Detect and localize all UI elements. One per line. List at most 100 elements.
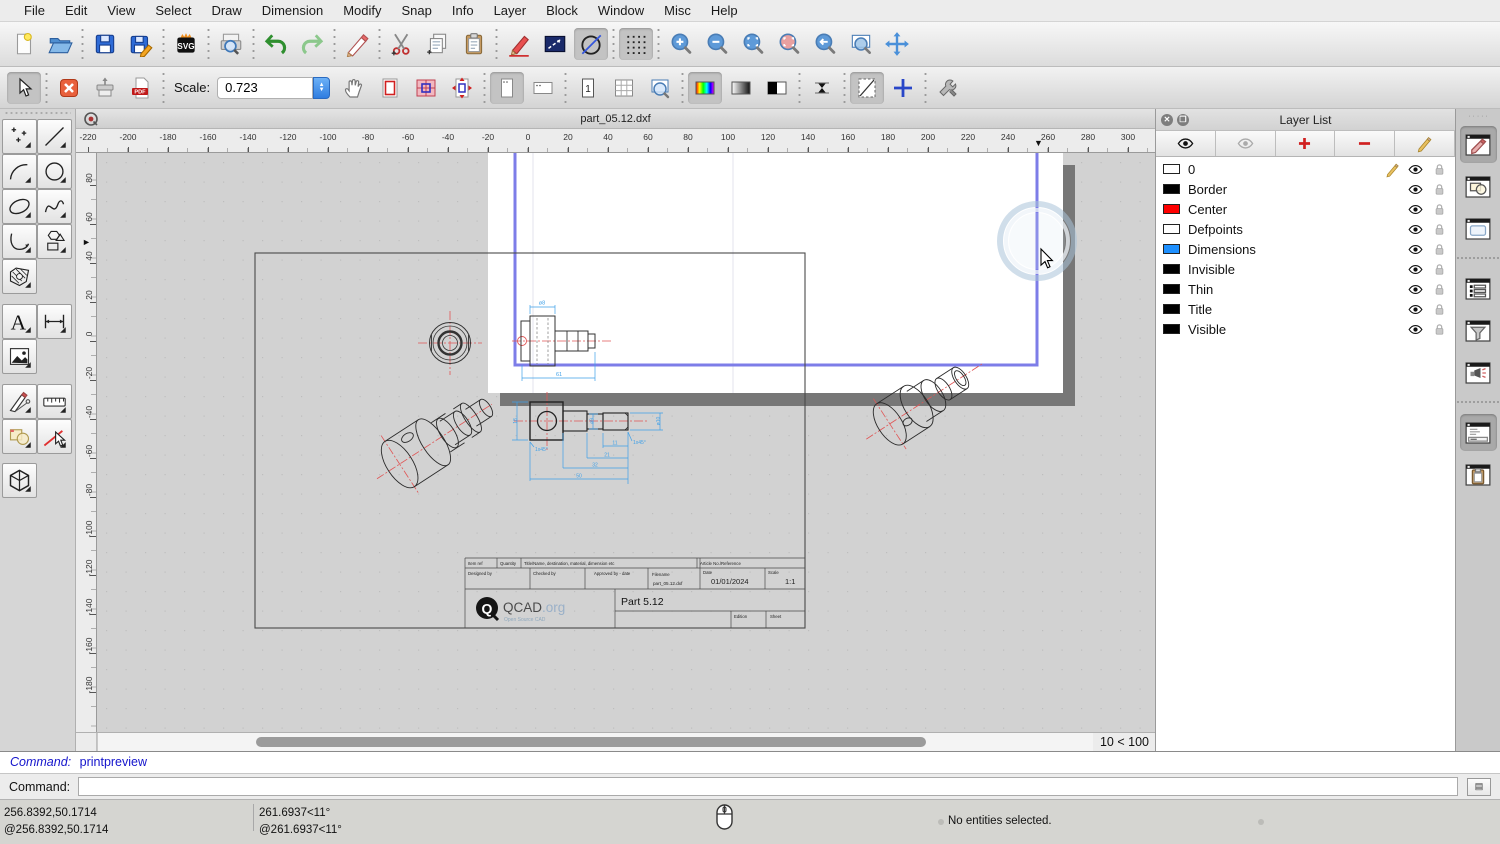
menu-snap[interactable]: Snap xyxy=(392,0,442,22)
point-marks-button[interactable] xyxy=(886,72,920,104)
zoom-selection-button[interactable] xyxy=(772,28,806,60)
menu-help[interactable]: Help xyxy=(701,0,748,22)
svg-export-button[interactable]: SVG xyxy=(169,28,203,60)
layer-row[interactable]: Visible xyxy=(1156,319,1455,339)
layer-visibility-icon[interactable] xyxy=(1407,161,1424,178)
print-preview-button[interactable] xyxy=(214,28,248,60)
paper-grid-button[interactable] xyxy=(409,72,443,104)
auto-zoom-button[interactable] xyxy=(736,28,770,60)
settings-wrench-button[interactable] xyxy=(931,72,965,104)
add-layer-button[interactable] xyxy=(1275,131,1336,156)
show-all-layers-button[interactable] xyxy=(1156,131,1216,156)
tool-solid-button[interactable] xyxy=(2,463,37,498)
pan-button[interactable] xyxy=(880,28,914,60)
close-preview-button[interactable] xyxy=(52,72,86,104)
tool-modify-button[interactable] xyxy=(2,384,37,419)
zoom-page-button[interactable] xyxy=(643,72,677,104)
layer-list-panel-button[interactable] xyxy=(1459,126,1497,163)
new-file-button[interactable] xyxy=(7,28,41,60)
multi-pages-button[interactable] xyxy=(607,72,641,104)
pointer-button[interactable] xyxy=(7,71,41,104)
library-browser-panel-button[interactable] xyxy=(1460,354,1497,391)
layer-visibility-icon[interactable] xyxy=(1407,321,1424,338)
color-gray-button[interactable] xyxy=(724,72,758,104)
layer-lock-icon[interactable] xyxy=(1432,162,1447,177)
portrait-button[interactable] xyxy=(490,71,525,104)
tool-ellipse-button[interactable] xyxy=(2,189,37,224)
menu-modify[interactable]: Modify xyxy=(333,0,391,22)
layer-visibility-icon[interactable] xyxy=(1407,301,1424,318)
tool-spline-button[interactable] xyxy=(37,189,72,224)
command-options-button[interactable]: ▤ xyxy=(1467,777,1491,796)
layer-visibility-icon[interactable] xyxy=(1407,221,1424,238)
edit-layer-button[interactable] xyxy=(1395,131,1455,156)
page-offset-button[interactable] xyxy=(805,72,839,104)
save-button[interactable] xyxy=(88,28,122,60)
tool-polyline-button[interactable] xyxy=(2,224,37,259)
line-settings-button[interactable] xyxy=(538,28,572,60)
layer-lock-icon[interactable] xyxy=(1432,242,1447,257)
scrollbar-track[interactable] xyxy=(97,733,1093,751)
layer-lock-icon[interactable] xyxy=(1432,282,1447,297)
menu-block[interactable]: Block xyxy=(536,0,588,22)
layer-row[interactable]: Center xyxy=(1156,199,1455,219)
tool-shape-button[interactable] xyxy=(37,224,72,259)
tool-image-button[interactable] xyxy=(2,339,37,374)
tool-hatch-button[interactable] xyxy=(2,259,37,294)
redo-button[interactable] xyxy=(295,28,329,60)
panel-close-icon[interactable]: ✕ xyxy=(1161,114,1173,126)
crop-marks-button[interactable] xyxy=(850,71,885,104)
undo-button[interactable] xyxy=(259,28,293,60)
layer-row[interactable]: Thin xyxy=(1156,279,1455,299)
pdf-export-button[interactable]: PDF xyxy=(124,72,158,104)
command-input[interactable] xyxy=(78,777,1458,796)
tool-circle-button[interactable] xyxy=(37,154,72,189)
layer-lock-icon[interactable] xyxy=(1432,262,1447,277)
tool-point-button[interactable] xyxy=(2,119,37,154)
menu-file[interactable]: File xyxy=(14,0,55,22)
menu-info[interactable]: Info xyxy=(442,0,484,22)
clipboard-panel-panel-button[interactable] xyxy=(1460,456,1497,493)
copy-button[interactable] xyxy=(421,28,455,60)
tool-dimension-button[interactable] xyxy=(37,304,72,339)
layer-visibility-icon[interactable] xyxy=(1407,181,1424,198)
menu-dimension[interactable]: Dimension xyxy=(252,0,333,22)
layer-row[interactable]: Border xyxy=(1156,179,1455,199)
color-full-button[interactable] xyxy=(688,71,723,104)
zoom-out-button[interactable] xyxy=(700,28,734,60)
scrollbar-thumb[interactable] xyxy=(256,737,926,747)
document-tab[interactable]: part_05.12.dxf xyxy=(76,109,1155,129)
menu-edit[interactable]: Edit xyxy=(55,0,97,22)
page-borders-button[interactable] xyxy=(373,72,407,104)
hide-all-layers-button[interactable] xyxy=(1215,131,1276,156)
cut-button[interactable] xyxy=(385,28,419,60)
layer-lock-icon[interactable] xyxy=(1432,322,1447,337)
layer-edit-icon[interactable] xyxy=(1384,161,1401,178)
print-button[interactable] xyxy=(88,72,122,104)
menu-misc[interactable]: Misc xyxy=(654,0,701,22)
tool-block-button[interactable] xyxy=(2,419,37,454)
edit-pencil-button[interactable] xyxy=(502,28,536,60)
window-zoom-button[interactable] xyxy=(844,28,878,60)
menu-layer[interactable]: Layer xyxy=(484,0,537,22)
layer-row[interactable]: 0 xyxy=(1156,159,1455,179)
drawing-canvas[interactable]: Item ref Quantity Title/Name, destinatio… xyxy=(97,153,1155,732)
layer-row[interactable]: Title xyxy=(1156,299,1455,319)
tool-text-button[interactable]: A xyxy=(2,304,37,339)
page-number-button[interactable]: 1 xyxy=(571,72,605,104)
scale-stepper[interactable]: ▲ ▼ xyxy=(313,76,331,99)
layer-visibility-icon[interactable] xyxy=(1407,241,1424,258)
layer-lock-icon[interactable] xyxy=(1432,222,1447,237)
save-as-button[interactable] xyxy=(124,28,158,60)
fit-page-button[interactable] xyxy=(445,72,479,104)
command-line-panel-button[interactable] xyxy=(1459,414,1497,451)
view-frame-panel-button[interactable] xyxy=(1460,210,1497,247)
tool-arc-button[interactable] xyxy=(2,154,37,189)
layer-row[interactable]: Dimensions xyxy=(1156,239,1455,259)
selection-filter-panel-button[interactable] xyxy=(1460,312,1497,349)
scale-input[interactable] xyxy=(217,76,314,99)
layer-row[interactable]: Invisible xyxy=(1156,259,1455,279)
layer-visibility-icon[interactable] xyxy=(1407,261,1424,278)
landscape-button[interactable] xyxy=(526,72,560,104)
tool-measure-button[interactable] xyxy=(37,384,72,419)
